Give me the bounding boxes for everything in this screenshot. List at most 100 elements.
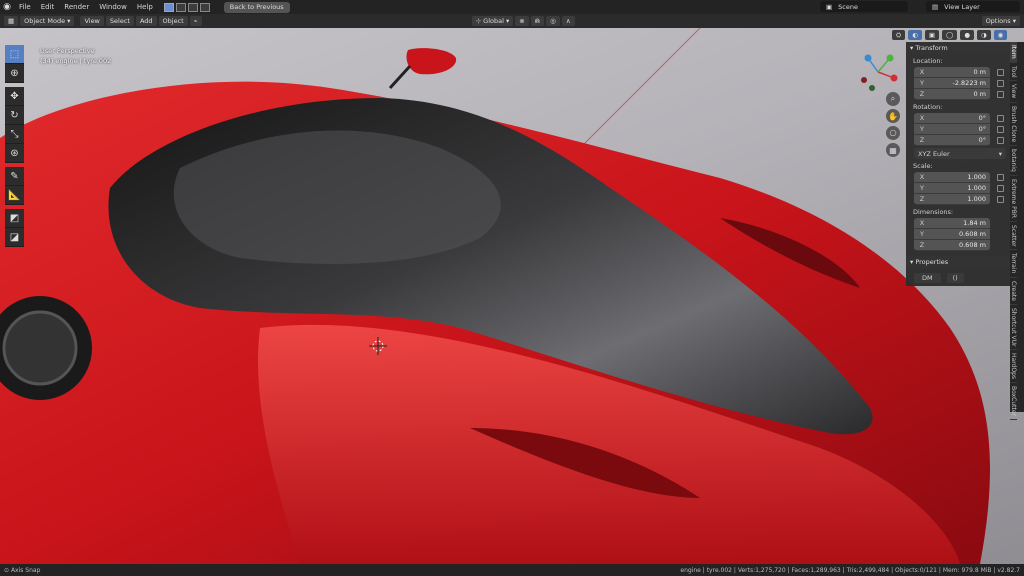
overlay-toggle-icon[interactable]: ◐ xyxy=(908,30,922,40)
lock-icon[interactable] xyxy=(997,126,1004,133)
workspace-quad-icon[interactable] xyxy=(199,2,210,12)
location-z-field[interactable]: Z 0 m xyxy=(914,89,1004,100)
rotation-z-field[interactable]: Z 0° xyxy=(914,135,1004,146)
scale-tool-icon[interactable]: ⤡ xyxy=(5,125,24,144)
lock-icon[interactable] xyxy=(997,137,1004,144)
tab-item[interactable]: Item xyxy=(1010,42,1017,63)
gizmo-toggle-icon[interactable]: ⛭ xyxy=(892,30,906,40)
zoom-icon[interactable]: ⌕ xyxy=(886,92,900,106)
wireframe-shading-icon[interactable]: ◯ xyxy=(942,30,958,40)
pan-hand-icon[interactable]: ✋ xyxy=(886,109,900,123)
mode-dropdown[interactable]: Object Mode ▾ xyxy=(20,16,75,26)
orientation-label: Global xyxy=(483,17,504,25)
status-bar: ⊙ Axis Snap engine | tyre.002 | Verts:1,… xyxy=(0,564,1024,576)
sidebar-tabs: Item Tool View Brush Clone botaniq Extre… xyxy=(1010,42,1024,421)
menu-help[interactable]: Help xyxy=(132,0,158,14)
tab-boxcutter[interactable]: BoxCutter xyxy=(1010,383,1017,421)
menu-select[interactable]: Select xyxy=(105,16,134,26)
annotate-tool-icon[interactable]: ✎ xyxy=(5,167,24,186)
dimensions-x-field[interactable]: X 1.84 m xyxy=(914,218,990,229)
view-layer-selector[interactable]: ▤ View Layer xyxy=(926,1,1020,12)
scale-z-field[interactable]: Z 1.000 xyxy=(914,194,1004,205)
navigation-gizmo[interactable] xyxy=(858,52,898,92)
axis-label: Z xyxy=(919,241,925,249)
tab-brush-clone[interactable]: Brush Clone xyxy=(1010,103,1017,146)
snap-icon[interactable]: ⋒ xyxy=(530,16,545,26)
rotation-mode-dropdown[interactable]: XYZ Euler ▾ xyxy=(914,148,1006,159)
view-name: User Perspective xyxy=(40,47,95,55)
rotation-x-field[interactable]: X 0° xyxy=(914,113,1004,124)
orientation-icon: ⊹ xyxy=(475,17,482,25)
options-dropdown[interactable]: Options ▾ xyxy=(981,16,1020,26)
tab-shortcut-vur[interactable]: Shortcut VUr xyxy=(1010,305,1017,351)
scene-selector[interactable]: ▣ Scene xyxy=(820,1,908,12)
editor-type-icon[interactable]: ▦ xyxy=(4,16,19,26)
select-tool-icon[interactable]: ⬚ xyxy=(5,45,24,64)
tab-extreme-pbr[interactable]: Extreme PBR xyxy=(1010,176,1017,222)
menu-view[interactable]: View xyxy=(80,16,104,26)
mode-label: Object Mode xyxy=(24,17,66,25)
rendered-shading-icon[interactable]: ◉ xyxy=(993,30,1008,40)
add-cube-tool-icon[interactable]: ◩ xyxy=(5,209,24,228)
xray-icon[interactable]: ▣ xyxy=(924,30,940,40)
workspace-layout-icon[interactable] xyxy=(163,2,174,12)
pivot-icon[interactable]: ⊗ xyxy=(515,16,529,26)
solid-shading-icon[interactable]: ● xyxy=(960,30,974,40)
tab-view[interactable]: View xyxy=(1010,81,1017,103)
menu-render[interactable]: Render xyxy=(59,0,94,14)
menu-add[interactable]: Add xyxy=(135,16,157,26)
transform-panel-header[interactable]: ▾ Transform xyxy=(906,42,1010,54)
grid-view-icon[interactable]: ▦ xyxy=(886,143,900,157)
dimensions-z-field[interactable]: Z 0.608 m xyxy=(914,240,990,251)
tab-botaniq[interactable]: botaniq xyxy=(1010,146,1017,176)
scale-y-field[interactable]: Y 1.000 xyxy=(914,183,1004,194)
scale-x-field[interactable]: X 1.000 xyxy=(914,172,1004,183)
rotate-tool-icon[interactable]: ↻ xyxy=(5,106,24,125)
material-shading-icon[interactable]: ◑ xyxy=(976,30,991,40)
location-y-field[interactable]: Y -2.8223 m xyxy=(914,78,1004,89)
lock-icon[interactable] xyxy=(997,91,1004,98)
properties-panel-header[interactable]: ▾ Properties xyxy=(906,256,1010,268)
move-tool-icon[interactable]: ✥ xyxy=(5,87,24,106)
menu-file[interactable]: File xyxy=(14,0,36,14)
view-layer-name: View Layer xyxy=(944,2,980,11)
tab-scatter[interactable]: Scatter xyxy=(1010,222,1017,251)
lock-icon[interactable] xyxy=(997,174,1004,181)
orientation-dropdown[interactable]: ⊹ Global ▾ xyxy=(471,16,514,26)
menu-edit[interactable]: Edit xyxy=(36,0,60,14)
tab-hardops[interactable]: HardOps xyxy=(1010,350,1017,384)
lock-icon[interactable] xyxy=(997,80,1004,87)
field-value: 0° xyxy=(978,136,986,144)
axis-label: X xyxy=(919,68,925,76)
workspace-grid-icon[interactable] xyxy=(175,2,186,12)
property-value[interactable]: () xyxy=(946,273,964,283)
measure-tool-icon[interactable]: 📐 xyxy=(5,186,24,205)
back-to-previous-button[interactable]: Back to Previous xyxy=(223,1,290,13)
workspace-split-icon[interactable] xyxy=(187,2,198,12)
axis-label: X xyxy=(919,219,925,227)
property-name[interactable]: DM xyxy=(914,273,941,283)
blender-logo-icon[interactable]: ◉ xyxy=(0,0,14,14)
field-value: -2.8223 m xyxy=(952,79,987,87)
dimensions-y-field[interactable]: Y 0.608 m xyxy=(914,229,990,240)
menu-object[interactable]: Object xyxy=(158,16,188,26)
transform-tool-icon[interactable]: ⊛ xyxy=(5,144,24,163)
camera-icon[interactable]: ⎔ xyxy=(886,126,900,140)
falloff-icon[interactable]: ∧ xyxy=(561,16,575,26)
lock-icon[interactable] xyxy=(997,69,1004,76)
tab-tool[interactable]: Tool xyxy=(1010,63,1017,82)
lock-icon[interactable] xyxy=(997,115,1004,122)
proportional-edit-icon[interactable]: ◎ xyxy=(546,16,560,26)
header-extra-icon[interactable]: ⌁ xyxy=(189,16,202,26)
lock-icon[interactable] xyxy=(997,185,1004,192)
cursor-tool-icon[interactable]: ⊕ xyxy=(5,64,24,83)
add-plane-tool-icon[interactable]: ◪ xyxy=(5,228,24,247)
rotation-y-field[interactable]: Y 0° xyxy=(914,124,1004,135)
location-x-field[interactable]: X 0 m xyxy=(914,67,1004,78)
3d-viewport[interactable]: User Perspective (34) engine | tyre.002 … xyxy=(0,28,1024,564)
rotation-group: X 0° Y 0° Z 0° xyxy=(906,113,1010,146)
tab-create[interactable]: Create xyxy=(1010,278,1017,305)
menu-window[interactable]: Window xyxy=(94,0,132,14)
tab-terrain[interactable]: Terrain xyxy=(1010,250,1017,278)
lock-icon[interactable] xyxy=(997,196,1004,203)
